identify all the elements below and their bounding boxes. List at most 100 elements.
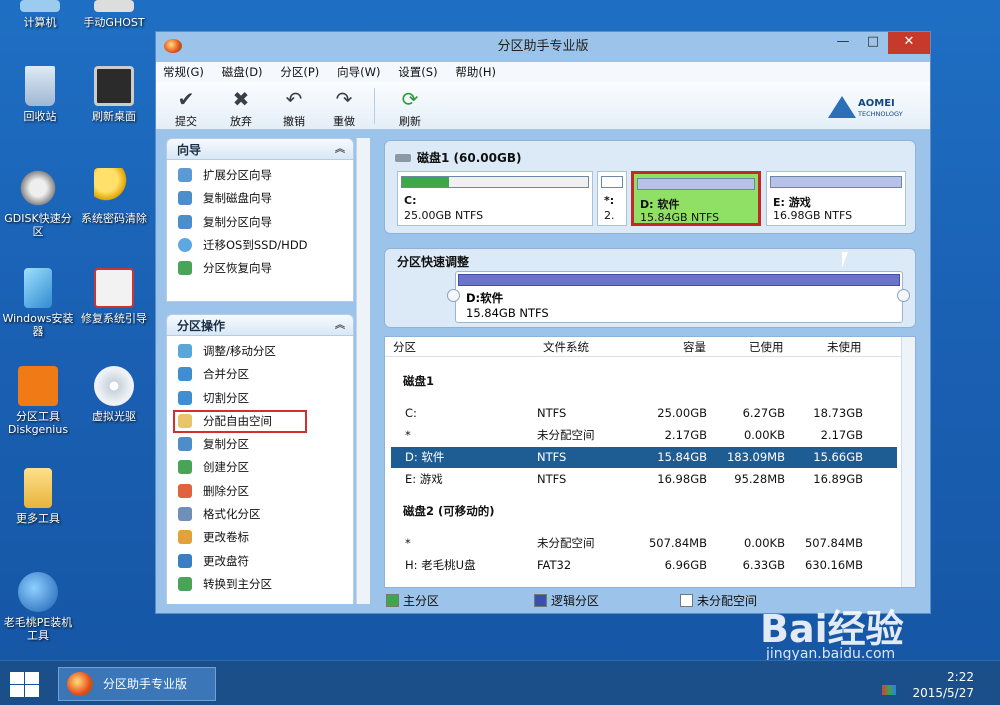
col-partition[interactable]: 分区: [393, 339, 416, 355]
change-label-icon: [178, 530, 192, 545]
clock-date: 2015/5/27: [912, 686, 974, 700]
discard-button[interactable]: ✖ 放弃: [221, 85, 261, 129]
wizard-item-copy-disk[interactable]: 复制磁盘向导: [167, 187, 353, 210]
ops-panel: 调整/移动分区 合并分区 切割分区 分配自由空间 复制分区 创建分区 删除分区 …: [166, 336, 354, 604]
disk-icon: [395, 154, 411, 162]
undo-button[interactable]: ↶ 撤销: [274, 85, 314, 129]
taskbar-app-button[interactable]: 分区助手专业版: [58, 667, 216, 701]
wizard-item-migrate-os[interactable]: 迁移OS到SSD/HDD: [167, 234, 353, 257]
desktop-icon-gdisk[interactable]: GDISK快速分区: [0, 168, 76, 238]
op-item-format[interactable]: 格式化分区: [167, 503, 353, 526]
create-partition-icon: [178, 460, 192, 475]
left-pane: 向导 ︽ 扩展分区向导 复制磁盘向导 复制分区向导 迁移OS到SSD/HDD 分区…: [166, 138, 354, 604]
table-header: 分区 文件系统 容量 已使用 未使用: [385, 337, 915, 357]
menu-bar: 常规(G) 磁盘(D) 分区(P) 向导(W) 设置(S) 帮助(H): [156, 62, 930, 82]
menu-partition[interactable]: 分区(P): [273, 62, 326, 82]
menu-wizard[interactable]: 向导(W): [330, 62, 387, 82]
collapse-chevron-icon[interactable]: ︽: [335, 315, 345, 337]
wizard-item-extend[interactable]: 扩展分区向导: [167, 164, 353, 187]
disk-map: 磁盘1 (60.00GB) C: 25.00GB NTFS *: 2. D: 软…: [384, 140, 916, 234]
app-icon: [164, 39, 182, 53]
table-scrollbar[interactable]: [901, 337, 915, 587]
table-row[interactable]: * 未分配空间 507.84MB 0.00KB 507.84MB: [391, 533, 897, 554]
app-icon: [67, 672, 93, 696]
op-item-allocate-free-space[interactable]: 分配自由空间: [173, 409, 307, 434]
desktop-icon-refresh[interactable]: 刷新桌面: [76, 66, 152, 123]
submit-button[interactable]: ✔ 提交: [166, 85, 206, 129]
clock[interactable]: 2:22 2015/5/27: [912, 669, 974, 701]
peach-icon: [18, 572, 58, 612]
menu-help[interactable]: 帮助(H): [448, 62, 503, 82]
op-item-copy[interactable]: 复制分区: [167, 433, 353, 456]
copy-disk-icon: [178, 191, 192, 206]
left-pane-scrollbar[interactable]: [356, 138, 370, 604]
windows-logo-icon: [10, 672, 24, 684]
desktop-icon-ghost[interactable]: 手动GHOST: [76, 0, 152, 29]
op-item-merge[interactable]: 合并分区: [167, 363, 353, 386]
desktop-icon-windows-installer[interactable]: Windows安装器: [0, 268, 76, 338]
diskgenius-icon: [18, 366, 58, 406]
extend-partition-icon: [178, 168, 192, 182]
slider-handle-right[interactable]: [897, 289, 910, 302]
desktop-icon-repair-boot[interactable]: 修复系统引导: [76, 268, 152, 325]
col-used[interactable]: 已使用: [749, 339, 784, 355]
partition-block-unallocated[interactable]: *: 2.: [597, 171, 627, 226]
tray-icon[interactable]: [882, 685, 896, 695]
partition-usage-bar: [637, 178, 755, 190]
usage-fill: [402, 177, 449, 187]
desktop-icon-password[interactable]: 系统密码清除: [76, 168, 152, 225]
table-row[interactable]: H: 老毛桃U盘 FAT32 6.96GB 6.33GB 630.16MB: [391, 555, 897, 576]
window-title: 分区助手专业版: [497, 39, 589, 54]
mouse-cursor-icon: [842, 252, 848, 268]
maximize-button[interactable]: □: [858, 32, 888, 54]
table-group-disk1: 磁盘1: [403, 374, 435, 388]
op-item-resize[interactable]: 调整/移动分区: [167, 340, 353, 363]
title-bar: 分区助手专业版 — □ ✕: [156, 32, 930, 62]
redo-button[interactable]: ↷ 重做: [324, 85, 364, 129]
menu-settings[interactable]: 设置(S): [391, 62, 444, 82]
cd-icon: [94, 366, 134, 406]
collapse-chevron-icon[interactable]: ︽: [335, 139, 345, 161]
col-free[interactable]: 未使用: [827, 339, 862, 355]
desktop-icon-more-tools[interactable]: 更多工具: [0, 468, 76, 525]
desktop-icon-laomaotao[interactable]: 老毛桃PE装机工具: [0, 572, 76, 642]
table-row[interactable]: E: 游戏 NTFS 16.98GB 95.28MB 16.89GB: [391, 469, 897, 490]
minimize-button[interactable]: —: [828, 32, 858, 54]
wizard-item-copy-partition[interactable]: 复制分区向导: [167, 211, 353, 234]
menu-general[interactable]: 常规(G): [156, 62, 211, 82]
desktop-icon-virtual-drive[interactable]: 虚拟光驱: [76, 366, 152, 423]
quick-adjust-title: 分区快速调整: [397, 255, 470, 269]
menu-disk[interactable]: 磁盘(D): [215, 62, 270, 82]
partition-block-e[interactable]: E: 游戏 16.98GB NTFS: [766, 171, 906, 226]
refresh-button[interactable]: ⟳ 刷新: [390, 85, 430, 129]
table-row[interactable]: C: NTFS 25.00GB 6.27GB 18.73GB: [391, 403, 897, 424]
op-item-split[interactable]: 切割分区: [167, 387, 353, 410]
op-item-create[interactable]: 创建分区: [167, 456, 353, 479]
desktop-icon-computer[interactable]: 计算机: [2, 0, 78, 29]
op-item-delete[interactable]: 删除分区: [167, 480, 353, 503]
table-row-selected[interactable]: D: 软件 NTFS 15.84GB 183.09MB 15.66GB: [391, 447, 897, 468]
col-capacity[interactable]: 容量: [683, 339, 706, 355]
quick-adjust-slider[interactable]: D:软件 15.84GB NTFS: [455, 271, 903, 323]
op-item-change-label[interactable]: 更改卷标: [167, 526, 353, 549]
partition-block-c[interactable]: C: 25.00GB NTFS: [397, 171, 593, 226]
delete-partition-icon: [178, 483, 192, 498]
change-letter-icon: [178, 553, 192, 568]
start-button[interactable]: [8, 670, 40, 698]
wizard-panel-header[interactable]: 向导 ︽: [166, 138, 354, 160]
toolbar: ✔ 提交 ✖ 放弃 ↶ 撤销 ↷ 重做 ⟳ 刷新 AOMEI TECHNOLOGY: [156, 82, 930, 130]
slider-handle-left[interactable]: [447, 289, 460, 302]
merge-partition-icon: [178, 367, 192, 382]
op-item-change-letter[interactable]: 更改盘符: [167, 550, 353, 573]
wizard-item-recovery[interactable]: 分区恢复向导: [167, 257, 353, 280]
desktop-icon-diskgenius[interactable]: 分区工具Diskgenius: [0, 366, 76, 436]
table-row[interactable]: * 未分配空间 2.17GB 0.00KB 2.17GB: [391, 425, 897, 446]
close-button[interactable]: ✕: [888, 32, 930, 54]
desktop-icon-recycle-bin[interactable]: 回收站: [2, 66, 78, 123]
col-filesystem[interactable]: 文件系统: [543, 339, 589, 355]
ops-panel-header[interactable]: 分区操作 ︽: [166, 314, 354, 336]
x-icon: ✖: [232, 87, 250, 111]
op-item-convert-primary[interactable]: 转换到主分区: [167, 573, 353, 596]
legend-logical: 逻辑分区: [534, 592, 599, 609]
partition-block-d[interactable]: D: 软件 15.84GB NTFS: [631, 171, 761, 226]
